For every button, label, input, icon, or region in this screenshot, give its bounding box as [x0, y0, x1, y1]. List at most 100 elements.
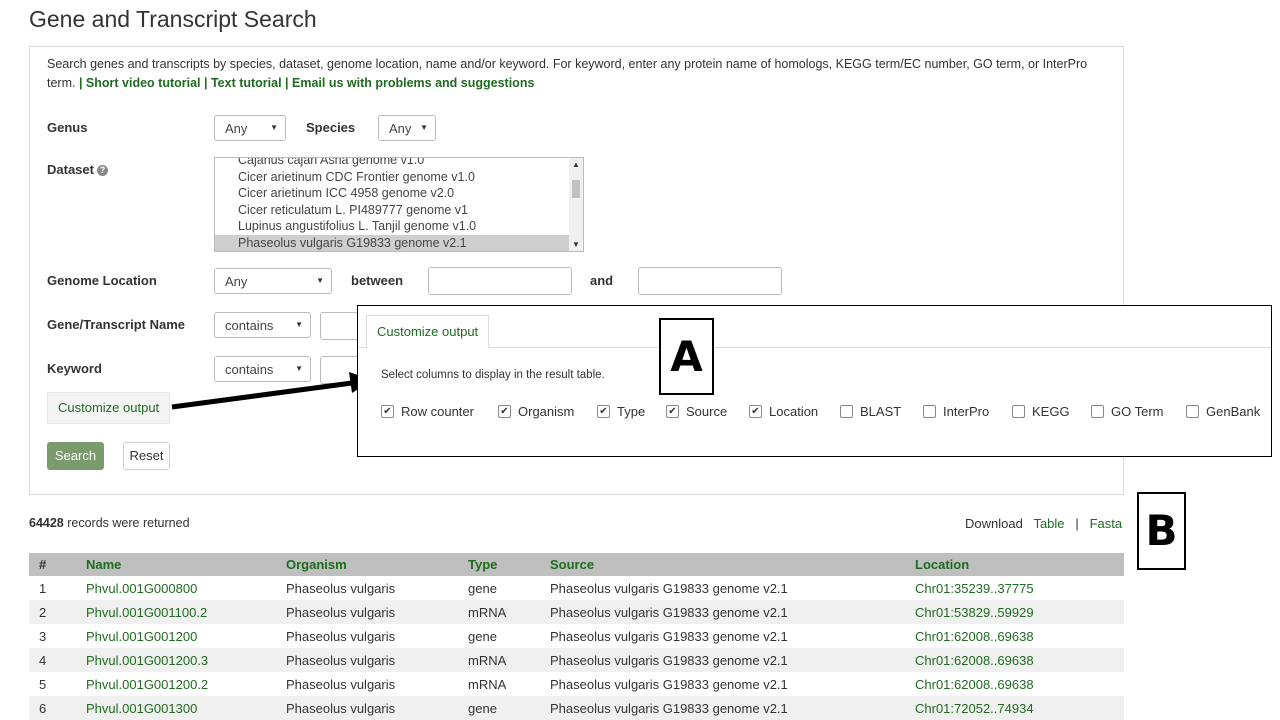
column-header-name[interactable]: Name	[76, 553, 276, 576]
annotation-label-b: B	[1137, 492, 1186, 570]
location-start-input[interactable]	[428, 267, 572, 295]
column-label: Source	[686, 404, 728, 419]
dataset-scrollbar[interactable]: ▲ ▼	[569, 158, 583, 251]
scroll-up-icon[interactable]: ▲	[572, 160, 580, 169]
checkbox-checked-icon[interactable]: ✔	[597, 405, 610, 418]
cell-location-link[interactable]: Chr01:53829..59929	[905, 600, 1124, 624]
cell-location-link[interactable]: Chr01:62008..69638	[905, 624, 1124, 648]
cell-location-link[interactable]: Chr01:62008..69638	[905, 672, 1124, 696]
column-header-source[interactable]: Source	[540, 553, 905, 576]
scroll-down-icon[interactable]: ▼	[572, 240, 580, 249]
dataset-option[interactable]: Cicer reticulatum L. PI489777 genome v1	[215, 202, 583, 219]
checkbox-unchecked-icon[interactable]	[840, 405, 853, 418]
cell-organism: Phaseolus vulgaris	[276, 624, 458, 648]
cell-type: gene	[458, 624, 540, 648]
dataset-listbox[interactable]: Cajanus cajan Asha genome v1.0 Cicer ari…	[214, 157, 584, 252]
download-fasta-link[interactable]: Fasta	[1090, 516, 1123, 531]
between-label: between	[351, 273, 404, 288]
genus-select[interactable]: Any ▼	[214, 115, 286, 141]
checkbox-checked-icon[interactable]: ✔	[666, 405, 679, 418]
dataset-option-selected[interactable]: Phaseolus vulgaris G19833 genome v2.1	[215, 234, 569, 251]
checkbox-unchecked-icon[interactable]	[1091, 405, 1104, 418]
table-row: 1 Phvul.001G000800 Phaseolus vulgaris ge…	[29, 576, 1124, 600]
results-table: # Name Organism Type Source Location 1 P…	[29, 553, 1124, 720]
intro-links[interactable]: | Short video tutorial | Text tutorial |…	[75, 76, 534, 90]
cell-name-link[interactable]: Phvul.001G001100.2	[76, 600, 276, 624]
keyword-label: Keyword	[47, 361, 102, 376]
keyword-input[interactable]	[320, 356, 360, 384]
column-label: InterPro	[943, 404, 990, 419]
column-label: Location	[769, 404, 819, 419]
column-option-interpro[interactable]: InterPro	[923, 404, 989, 419]
search-button[interactable]: Search	[47, 442, 104, 470]
records-count: 64428 records were returned	[29, 516, 190, 530]
cell-location-link[interactable]: Chr01:72052..74934	[905, 696, 1124, 720]
cell-location-link[interactable]: Chr01:35239..37775	[905, 576, 1124, 600]
column-option-source[interactable]: ✔ Source	[666, 404, 727, 419]
keyword-operator-select[interactable]: contains ▼	[214, 356, 311, 382]
cell-row-number: 3	[29, 624, 76, 648]
table-row: 3 Phvul.001G001200 Phaseolus vulgaris ge…	[29, 624, 1124, 648]
dataset-option[interactable]: Lupinus angustifolius L. Tanjil genome v…	[215, 218, 583, 235]
genome-location-value: Any	[225, 274, 248, 289]
download-separator: |	[1075, 516, 1079, 531]
overlay-customize-tab[interactable]: Customize output	[366, 315, 490, 348]
column-option-kegg[interactable]: KEGG	[1012, 404, 1070, 419]
checkbox-checked-icon[interactable]: ✔	[498, 405, 511, 418]
dataset-option[interactable]: Cicer arietinum ICC 4958 genome v2.0	[215, 185, 583, 202]
chevron-down-icon: ▼	[295, 320, 303, 329]
download-links: Download Table | Fasta	[965, 516, 1122, 531]
checkbox-checked-icon[interactable]: ✔	[749, 405, 762, 418]
download-table-link[interactable]: Table	[1033, 516, 1064, 531]
cell-type: gene	[458, 576, 540, 600]
cell-name-link[interactable]: Phvul.001G000800	[76, 576, 276, 600]
column-option-blast[interactable]: BLAST	[840, 404, 901, 419]
cell-name-link[interactable]: Phvul.001G001200	[76, 624, 276, 648]
species-select[interactable]: Any ▼	[378, 115, 436, 141]
customize-output-overlay: Customize output Select columns to displ…	[357, 305, 1272, 457]
cell-name-link[interactable]: Phvul.001G001300	[76, 696, 276, 720]
cell-row-number: 1	[29, 576, 76, 600]
column-header-location[interactable]: Location	[905, 553, 1124, 576]
cell-row-number: 4	[29, 648, 76, 672]
column-option-location[interactable]: ✔ Location	[749, 404, 818, 419]
customize-output-tab[interactable]: Customize output	[47, 392, 171, 424]
column-option-go-term[interactable]: GO Term	[1091, 404, 1164, 419]
reset-button[interactable]: Reset	[123, 442, 170, 470]
cell-source: Phaseolus vulgaris G19833 genome v2.1	[540, 576, 905, 600]
column-header-type[interactable]: Type	[458, 553, 540, 576]
help-icon[interactable]: ?	[96, 165, 108, 176]
gene-name-operator-select[interactable]: contains ▼	[214, 312, 311, 338]
column-header-organism[interactable]: Organism	[276, 553, 458, 576]
and-label: and	[590, 273, 614, 288]
page-title: Gene and Transcript Search	[29, 6, 317, 32]
species-label: Species	[306, 120, 356, 135]
checkbox-unchecked-icon[interactable]	[1012, 405, 1025, 418]
cell-name-link[interactable]: Phvul.001G001200.2	[76, 672, 276, 696]
checkbox-unchecked-icon[interactable]	[1186, 405, 1199, 418]
location-end-input[interactable]	[638, 267, 782, 295]
gene-name-operator-value: contains	[225, 318, 274, 333]
column-label: GO Term	[1111, 404, 1164, 419]
cell-source: Phaseolus vulgaris G19833 genome v2.1	[540, 600, 905, 624]
column-option-type[interactable]: ✔ Type	[597, 404, 645, 419]
cell-source: Phaseolus vulgaris G19833 genome v2.1	[540, 624, 905, 648]
cell-location-link[interactable]: Chr01:62008..69638	[905, 648, 1124, 672]
dataset-option[interactable]: Cajanus cajan Asha genome v1.0	[215, 158, 583, 169]
gene-name-input[interactable]	[320, 312, 360, 340]
column-option-genbank[interactable]: GenBank	[1186, 404, 1260, 419]
checkbox-checked-icon[interactable]: ✔	[381, 405, 394, 418]
column-option-row-counter[interactable]: ✔ Row counter	[381, 404, 474, 419]
column-label: BLAST	[860, 404, 902, 419]
cell-type: mRNA	[458, 648, 540, 672]
column-option-organism[interactable]: ✔ Organism	[498, 404, 574, 419]
cell-source: Phaseolus vulgaris G19833 genome v2.1	[540, 648, 905, 672]
checkbox-unchecked-icon[interactable]	[923, 405, 936, 418]
cell-type: mRNA	[458, 672, 540, 696]
cell-type: gene	[458, 696, 540, 720]
scroll-thumb[interactable]	[572, 180, 580, 198]
genome-location-select[interactable]: Any ▼	[214, 268, 332, 294]
species-value: Any	[389, 121, 412, 136]
cell-name-link[interactable]: Phvul.001G001200.3	[76, 648, 276, 672]
dataset-option[interactable]: Cicer arietinum CDC Frontier genome v1.0	[215, 169, 583, 186]
